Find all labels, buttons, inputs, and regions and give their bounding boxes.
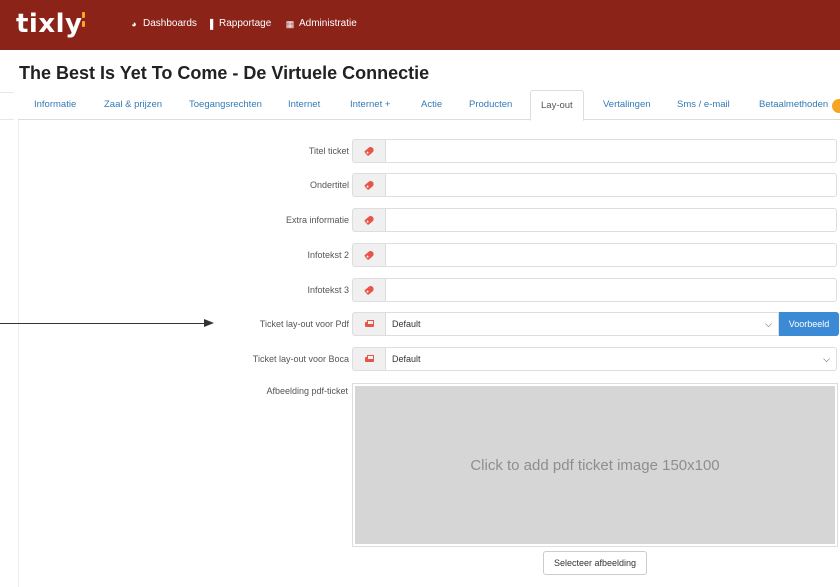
infotekst-3-input[interactable] [385, 278, 837, 302]
tag-icon[interactable] [352, 173, 385, 197]
form-row-boca-layout: Ticket lay-out voor Boca Default ⌵ [19, 347, 840, 371]
tab-actie[interactable]: Actie [421, 90, 442, 120]
image-placeholder-text: Click to add pdf ticket image 150x100 [470, 456, 720, 474]
boca-layout-value: Default [392, 354, 421, 364]
pdf-ticket-image-dropzone[interactable]: Click to add pdf ticket image 150x100 [352, 383, 838, 547]
nav-administratie-label: Administratie [299, 18, 357, 29]
tixly-logo[interactable]: tixly [16, 8, 82, 40]
boca-layout-select[interactable]: Default ⌵ [385, 347, 837, 371]
form-row-extra-informatie: Extra informatie [19, 208, 840, 232]
layout-tab-content: Titel ticket Ondertitel Extra informatie… [18, 120, 840, 587]
chevron-down-icon: ⌵ [765, 319, 772, 329]
titel-ticket-input[interactable] [385, 139, 837, 163]
tab-zaal-prijzen[interactable]: Zaal & prijzen [104, 90, 162, 120]
select-image-button[interactable]: Selecteer afbeelding [543, 551, 647, 575]
form-row-titel-ticket: Titel ticket [19, 139, 840, 163]
nav-dashboards[interactable]: ◕ Dashboards [129, 17, 197, 31]
tab-toegangsrechten[interactable]: Toegangsrechten [189, 90, 262, 120]
nav-rapportage-label: Rapportage [219, 18, 272, 29]
tag-icon[interactable] [352, 278, 385, 302]
voorbeeld-button[interactable]: Voorbeeld [779, 312, 839, 336]
field-label: Ticket lay-out voor Pdf [259, 319, 349, 329]
page-title: The Best Is Yet To Come - De Virtuele Co… [19, 63, 430, 83]
field-label: Titel ticket [308, 146, 349, 156]
field-label: Ondertitel [309, 180, 349, 190]
extra-informatie-input[interactable] [385, 208, 837, 232]
logo-accent-icon [82, 12, 85, 36]
tab-internet-plus[interactable]: Internet + [350, 90, 390, 120]
form-row-ondertitel: Ondertitel [19, 173, 840, 197]
printer-icon [352, 312, 385, 336]
tab-betaalmethoden[interactable]: Betaalmethoden [759, 90, 828, 120]
tab-producten[interactable]: Producten [469, 90, 512, 120]
tab-vertalingen[interactable]: Vertalingen [603, 90, 651, 120]
left-divider [0, 119, 14, 120]
tab-informatie[interactable]: Informatie [34, 90, 76, 120]
tag-icon[interactable] [352, 139, 385, 163]
left-divider [0, 92, 14, 93]
field-label: Afbeelding pdf-ticket [266, 386, 348, 396]
tab-sms-email[interactable]: Sms / e-mail [677, 90, 730, 120]
form-row-infotekst-3: Infotekst 3 [19, 278, 840, 302]
nav-administratie[interactable]: ▦ Administratie [285, 17, 357, 31]
tab-lay-out[interactable]: Lay-out [530, 90, 584, 121]
tag-icon[interactable] [352, 243, 385, 267]
field-label: Infotekst 2 [307, 250, 349, 260]
nav-rapportage[interactable]: ▐ Rapportage [205, 17, 271, 31]
tab-notification-badge [832, 99, 840, 113]
ondertitel-input[interactable] [385, 173, 837, 197]
voorbeeld-label: Voorbeeld [788, 319, 830, 329]
database-icon: ▦ [285, 19, 295, 29]
top-navbar: tixly ◕ Dashboards ▐ Rapportage ▦ Admini… [0, 0, 840, 50]
printer-icon [352, 347, 385, 371]
nav-dashboards-label: Dashboards [143, 18, 197, 29]
gauge-icon: ◕ [131, 19, 137, 29]
field-label: Extra informatie [285, 215, 349, 225]
annotation-arrow-line [0, 323, 206, 324]
form-row-pdf-layout: Ticket lay-out voor Pdf Default ⌵ Voorbe… [19, 312, 840, 336]
chevron-down-icon: ⌵ [823, 354, 830, 364]
event-tabs: Informatie Zaal & prijzen Toegangsrechte… [18, 90, 840, 121]
annotation-arrow-head [204, 319, 214, 327]
tag-icon[interactable] [352, 208, 385, 232]
image-placeholder: Click to add pdf ticket image 150x100 [355, 386, 835, 544]
form-row-infotekst-2: Infotekst 2 [19, 243, 840, 267]
infotekst-2-input[interactable] [385, 243, 837, 267]
pdf-layout-value: Default [392, 319, 421, 329]
tab-internet[interactable]: Internet [288, 90, 320, 120]
bar-chart-icon: ▐ [206, 19, 214, 29]
pdf-layout-select[interactable]: Default ⌵ [385, 312, 779, 336]
field-label: Ticket lay-out voor Boca [252, 354, 349, 364]
field-label: Infotekst 3 [307, 285, 349, 295]
